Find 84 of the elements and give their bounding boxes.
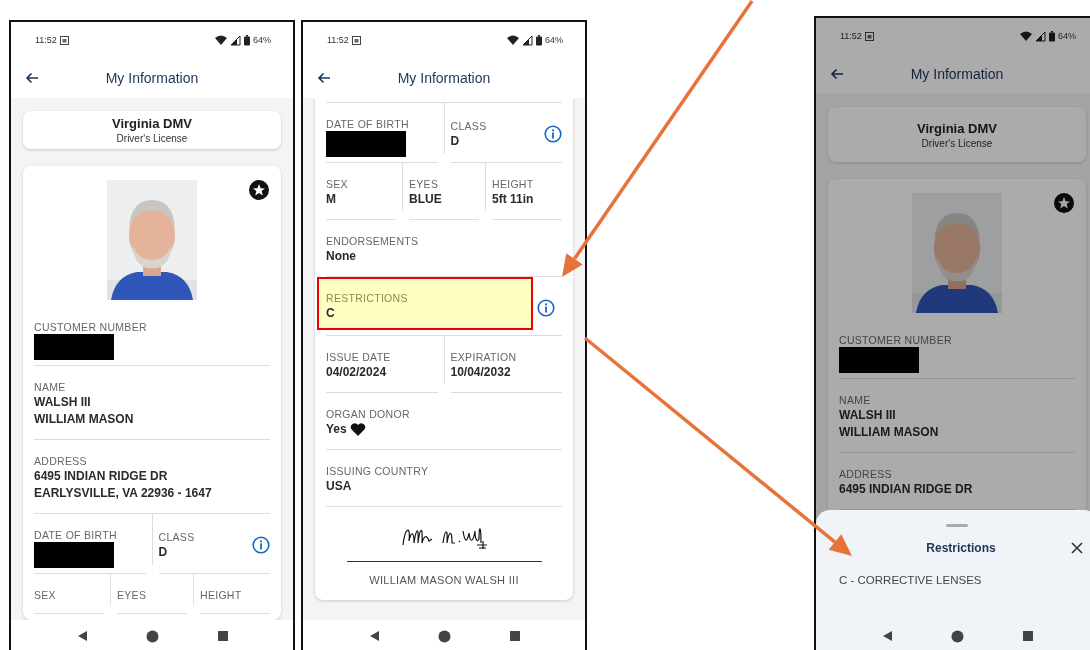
battery-percent: 64% [545,35,563,45]
recents-nav-icon[interactable] [216,630,229,642]
field-label: CLASS [450,118,488,133]
battery-icon [1049,30,1055,42]
field-value: WALSH III [34,394,91,411]
sheet-text: C - CORRECTIVE LENSES [838,573,983,586]
calendar-icon [351,35,361,45]
field-value: 04/02/2024 [326,364,387,381]
field-value: 10/04/2032 [450,364,511,381]
status-time: 11:52 [35,35,57,45]
field-label: ISSUE DATE [326,350,392,364]
signal-icon [522,34,533,46]
sheet-title: Restrictions [926,541,996,555]
field-value: WALSH III [839,407,896,424]
battery-icon [536,34,542,46]
info-icon[interactable] [537,298,555,317]
wifi-icon [1020,31,1032,41]
field-label: ISSUING COUNTRY [326,464,430,478]
issuer-name: Virginia DMV [112,116,192,131]
field-value: Yes [326,421,347,438]
issuer-name: Virginia DMV [917,120,997,136]
screen-title: My Information [397,70,491,86]
document-type: Driver's License [116,133,188,144]
field-label: HEIGHT [492,177,535,191]
field-value: M [326,191,336,208]
home-nav-icon[interactable] [950,629,964,643]
field-label: NAME [34,380,67,394]
back-icon[interactable] [317,72,331,84]
field-value: D [158,543,168,561]
field-value: None [326,248,356,265]
screen-title: My Information [910,66,1004,82]
signal-icon [1035,30,1046,42]
battery-icon [244,34,250,46]
field-value: D [450,132,460,150]
field-label: EYES [117,588,148,602]
field-label: CLASS [158,529,196,544]
status-time: 11:52 [840,31,862,41]
field-value: USA [326,478,352,495]
field-label: SEX [326,177,349,191]
field-value: 6495 INDIAN RIDGE DR [34,468,168,485]
star-badge-icon[interactable] [1054,193,1074,213]
field-label: DATE OF BIRTH [34,528,118,542]
signal-icon [230,34,241,46]
document-type: Driver's License [921,137,993,149]
star-badge-icon[interactable] [249,180,269,200]
field-value: WILLIAM MASON [839,424,939,441]
close-icon[interactable] [1070,541,1084,555]
battery-percent: 64% [253,35,271,45]
calendar-icon [59,35,69,45]
screen-title: My Information [105,70,199,86]
field-value: 5ft 11in [492,191,534,208]
home-nav-icon[interactable] [145,629,159,643]
calendar-icon [864,31,874,41]
wifi-icon [215,35,227,45]
field-value: 6495 INDIAN RIDGE DR [839,481,973,498]
back-icon[interactable] [830,68,844,80]
back-icon[interactable] [25,72,39,84]
drag-handle[interactable] [946,524,968,527]
wifi-icon [507,35,519,45]
field-label: EXPIRATION [450,350,518,364]
field-label: ADDRESS [839,467,893,481]
field-value: C [326,305,335,322]
home-nav-icon[interactable] [437,629,451,643]
info-icon[interactable] [252,536,270,554]
field-label: EYES [409,177,440,191]
field-label: ADDRESS [34,454,88,468]
field-value: WILLIAM MASON [34,411,134,428]
field-value: EARLYSVILLE, VA 22936 - 1647 [34,485,212,502]
status-time: 11:52 [327,35,349,45]
field-label: RESTRICTIONS [326,291,409,305]
recents-nav-icon[interactable] [508,630,521,642]
field-label: ORGAN DONOR [326,407,411,421]
field-label: CUSTOMER NUMBER [34,320,148,334]
field-label: ENDORSEMENTS [326,234,420,248]
field-label: CUSTOMER NUMBER [839,333,953,347]
signature-caption: WILLIAM MASON WALSH III [369,574,519,586]
field-label: NAME [839,393,872,407]
battery-percent: 64% [1058,31,1076,41]
field-label: SEX [34,588,57,602]
info-icon[interactable] [544,125,562,143]
field-label: DATE OF BIRTH [326,117,410,131]
recents-nav-icon[interactable] [1021,630,1034,642]
field-value: BLUE [409,191,442,208]
field-label: HEIGHT [200,588,243,602]
